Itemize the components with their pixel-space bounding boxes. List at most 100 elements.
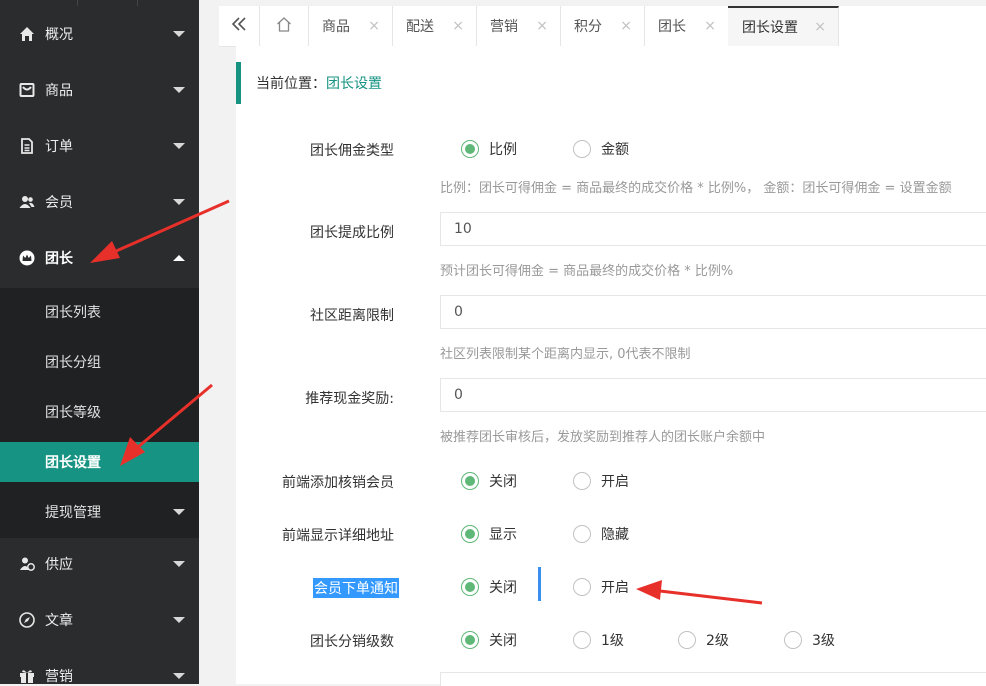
sidebar-item-leader[interactable]: 团长 — [0, 230, 199, 286]
frontend-add-verifier-label: 前端添加核销会员 — [282, 475, 394, 491]
sidebar-item-label: 营销 — [45, 669, 73, 684]
breadcrumb-current[interactable]: 团长设置 — [326, 73, 382, 93]
sidebar-item-label: 商品 — [45, 83, 73, 99]
radio-label: 2级 — [706, 633, 729, 649]
tab-label: 团长 — [658, 19, 686, 35]
frontend-add-verifier-on-radio[interactable]: 开启 — [573, 471, 629, 491]
close-icon[interactable]: × — [620, 18, 632, 34]
radio-checked-icon — [461, 140, 479, 158]
close-icon[interactable]: × — [704, 18, 716, 34]
breadcrumb: 当前位置： 团长设置 — [236, 62, 986, 104]
radio-unchecked-icon — [573, 472, 591, 490]
commission-type-ratio-radio[interactable]: 比例 — [461, 139, 517, 159]
sidebar-item-label: 供应 — [45, 557, 73, 573]
text-cursor-highlight — [538, 567, 541, 601]
commission-rate-label: 团长提成比例 — [310, 225, 394, 241]
tab-points[interactable]: 积分 × — [560, 6, 645, 46]
close-icon[interactable]: × — [452, 18, 464, 34]
distribution-levels-2-radio[interactable]: 2级 — [678, 630, 729, 650]
radio-checked-icon — [461, 472, 479, 490]
member-order-notify-on-radio[interactable]: 开启 — [573, 577, 629, 597]
radio-unchecked-icon — [573, 578, 591, 596]
radio-label: 隐藏 — [601, 527, 629, 543]
radio-unchecked-icon — [784, 631, 802, 649]
sidebar-item-label: 概况 — [45, 27, 73, 43]
submenu-item-withdraw[interactable]: 提现管理 — [0, 492, 199, 532]
distribution-levels-off-radio[interactable]: 关闭 — [461, 630, 517, 650]
submenu-item-label: 团长设置 — [45, 455, 101, 471]
collapse-sidebar-button[interactable] — [219, 6, 260, 46]
radio-label: 关闭 — [489, 474, 517, 490]
home-icon — [19, 26, 35, 42]
radio-unchecked-icon — [573, 631, 591, 649]
submenu-item-leader-group[interactable]: 团长分组 — [0, 342, 199, 382]
chevron-up-icon — [173, 255, 185, 261]
radio-unchecked-icon — [573, 525, 591, 543]
chevron-down-icon — [173, 143, 185, 149]
distribution-levels-1-radio[interactable]: 1级 — [573, 630, 624, 650]
chevron-down-icon — [173, 617, 185, 623]
order-icon — [19, 138, 35, 154]
close-icon[interactable]: × — [536, 18, 548, 34]
frontend-add-verifier-off-radio[interactable]: 关闭 — [461, 471, 517, 491]
close-icon[interactable]: × — [368, 18, 380, 34]
radio-label: 开启 — [601, 474, 629, 490]
frontend-show-address-show-radio[interactable]: 显示 — [461, 524, 517, 544]
radio-label: 比例 — [489, 142, 517, 158]
close-icon[interactable]: × — [814, 19, 826, 35]
compass-icon — [19, 612, 35, 628]
radio-unchecked-icon — [678, 631, 696, 649]
crown-icon — [19, 250, 35, 266]
tab-delivery[interactable]: 配送 × — [392, 6, 477, 46]
commission-type-hint: 比例：团长可得佣金 = 商品最终的成交价格 * 比例%， 金额：团长可得佣金 =… — [440, 181, 952, 196]
commission-rate-hint: 预计团长可得佣金 = 商品最终的成交价格 * 比例% — [440, 264, 734, 279]
submenu-item-label: 团长分组 — [45, 355, 101, 371]
submenu-item-label: 团长列表 — [45, 305, 101, 321]
commission-type-amount-radio[interactable]: 金额 — [573, 139, 629, 159]
radio-label: 金额 — [601, 142, 629, 158]
referral-reward-hint: 被推荐团长审核后，发放奖励到推荐人的团长账户余额中 — [440, 430, 766, 445]
tab-goods[interactable]: 商品 × — [308, 6, 393, 46]
commission-rate-input[interactable] — [440, 212, 986, 246]
chevron-down-icon — [173, 673, 185, 679]
sidebar: 概况 商品 订单 会员 团长 团长列表 团长分组 团长等级 团长设置 提现管理 … — [0, 0, 199, 684]
distribution-levels-label: 团长分销级数 — [310, 634, 394, 650]
tab-leader-settings[interactable]: 团长设置 × — [728, 6, 839, 46]
distance-limit-input[interactable] — [440, 295, 986, 329]
frontend-show-address-hide-radio[interactable]: 隐藏 — [573, 524, 629, 544]
submenu-item-label: 团长等级 — [45, 405, 101, 421]
tab-marketing[interactable]: 营销 × — [476, 6, 561, 46]
member-order-notify-off-radio[interactable]: 关闭 — [461, 577, 517, 597]
sidebar-item-members[interactable]: 会员 — [0, 174, 199, 230]
sidebar-item-goods[interactable]: 商品 — [0, 62, 199, 118]
submenu-item-label: 提现管理 — [45, 505, 101, 521]
sidebar-item-orders[interactable]: 订单 — [0, 118, 199, 174]
commission-type-label: 团长佣金类型 — [310, 143, 394, 159]
sidebar-item-overview[interactable]: 概况 — [0, 6, 199, 62]
chevron-down-icon — [173, 31, 185, 37]
submenu-item-leader-settings[interactable]: 团长设置 — [0, 442, 199, 482]
chevron-down-icon — [173, 561, 185, 567]
members-icon — [19, 194, 35, 210]
gift-icon — [19, 668, 35, 684]
radio-label: 关闭 — [489, 580, 517, 596]
submenu-item-leader-list[interactable]: 团长列表 — [0, 292, 199, 332]
referral-reward-input[interactable] — [440, 378, 986, 412]
sidebar-item-supply[interactable]: 供应 — [0, 536, 199, 592]
tab-home[interactable] — [259, 6, 309, 46]
radio-checked-icon — [461, 525, 479, 543]
sidebar-item-label: 文章 — [45, 613, 73, 629]
sidebar-item-marketing[interactable]: 营销 — [0, 648, 199, 684]
sidebar-item-articles[interactable]: 文章 — [0, 592, 199, 648]
double-chevron-left-icon — [231, 17, 247, 35]
radio-label: 开启 — [601, 580, 629, 596]
distance-limit-hint: 社区列表限制某个距离内显示, 0代表不限制 — [440, 347, 691, 362]
sidebar-item-label: 订单 — [45, 139, 73, 155]
breadcrumb-prefix: 当前位置： — [256, 76, 326, 92]
distribution-levels-3-radio[interactable]: 3级 — [784, 630, 835, 650]
submenu-item-leader-level[interactable]: 团长等级 — [0, 392, 199, 432]
radio-checked-icon — [461, 631, 479, 649]
referral-reward-label: 推荐现金奖励: — [305, 391, 394, 407]
radio-label: 关闭 — [489, 633, 517, 649]
tab-leader[interactable]: 团长 × — [644, 6, 729, 46]
